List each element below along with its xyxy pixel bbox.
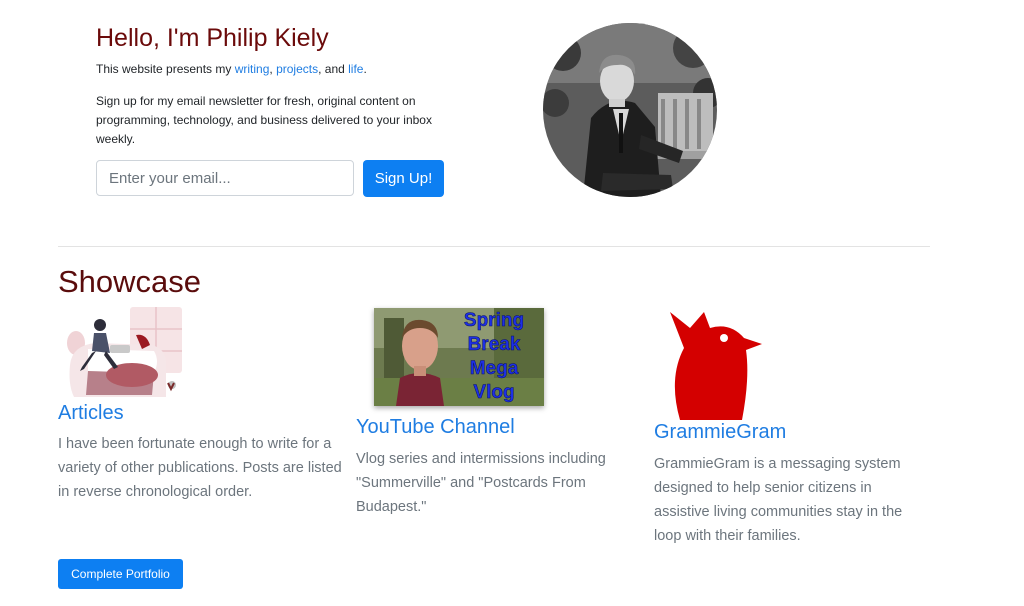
intro-separator: , and [318,62,349,76]
intro-text: This website presents my writing, projec… [96,62,367,76]
red-bird-logo-icon [670,312,762,420]
newsletter-description: Sign up for my email newsletter for fres… [96,94,432,146]
person-at-desk-illustration [67,307,182,397]
grammiegram-description: GrammieGram is a messaging system design… [654,456,903,544]
email-field[interactable] [96,160,354,196]
articles-link[interactable]: Articles [58,402,124,425]
profile-photo-image [543,23,717,197]
thumbnail-word-4: Vlog [473,382,514,403]
youtube-channel-link[interactable]: YouTube Channel [356,416,515,439]
grammiegram-link[interactable]: GrammieGram [654,421,786,444]
intro-suffix: . [363,62,367,76]
showcase-title: Showcase [58,264,202,299]
articles-illustration[interactable] [66,305,184,400]
thumbnail-word-1: Spring [464,310,524,331]
thumbnail-word-3: Mega [470,358,519,379]
complete-portfolio-button[interactable]: Complete Portfolio [58,559,183,589]
page-title: Hello, I'm Philip Kiely [96,24,329,52]
profile-photo [543,23,717,197]
articles-description: I have been fortunate enough to write fo… [58,436,342,500]
youtube-thumbnail[interactable]: Spring Break Mega Vlog [374,308,544,406]
life-link[interactable]: life [348,62,363,76]
sign-up-button[interactable]: Sign Up! [363,160,444,197]
vlog-thumbnail-image: Spring Break Mega Vlog [374,308,544,406]
projects-link[interactable]: projects [276,62,318,76]
thumbnail-word-2: Break [468,334,521,355]
section-divider [58,246,930,247]
intro-prefix: This website presents my [96,62,235,76]
writing-link[interactable]: writing [235,62,270,76]
grammiegram-logo[interactable] [666,308,766,420]
youtube-description: Vlog series and intermissions including … [356,451,606,515]
